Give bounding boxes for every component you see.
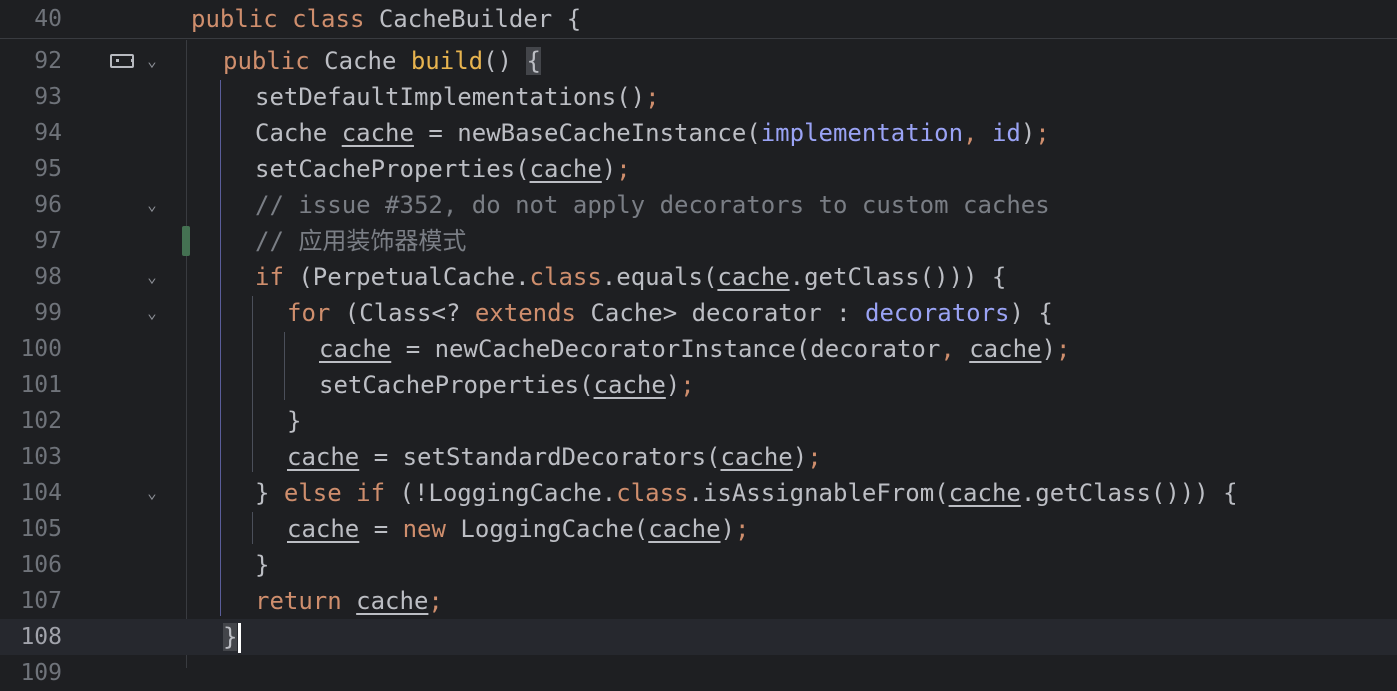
code-line-106[interactable]: 106 } — [0, 547, 1397, 583]
line-number: 108 — [20, 624, 62, 650]
code-line-95[interactable]: 95 setCacheProperties(cache); — [0, 151, 1397, 187]
code-text: cache = new LoggingCache(cache); — [287, 515, 750, 543]
line-number: 101 — [20, 372, 62, 398]
sticky-code: public class CacheBuilder { — [191, 5, 582, 33]
code-text: Cache cache = newBaseCacheInstance(imple… — [255, 119, 1050, 147]
code-line-105[interactable]: 105 cache = new LoggingCache(cache); — [0, 511, 1397, 547]
code-line-92[interactable]: 92 ⌄ public Cache build() { — [0, 43, 1397, 79]
code-text: } — [223, 619, 242, 655]
code-text: setCacheProperties(cache); — [255, 155, 631, 183]
line-number: 106 — [20, 552, 62, 578]
code-text: } — [287, 407, 302, 435]
code-line-96[interactable]: 96 ⌄ // issue #352, do not apply decorat… — [0, 187, 1397, 223]
line-number: 98 — [34, 264, 62, 290]
code-line-109[interactable]: 109 — [0, 655, 1397, 691]
code-text: } else if (!LoggingCache.class.isAssigna… — [255, 479, 1238, 507]
line-number: 103 — [20, 444, 62, 470]
code-text: for (Class<? extends Cache> decorator : … — [287, 299, 1053, 327]
vcs-change-marker[interactable] — [182, 226, 190, 256]
line-number: 104 — [20, 480, 62, 506]
code-line-98[interactable]: 98 ⌄ if (PerpetualCache.class.equals(cac… — [0, 259, 1397, 295]
line-number: 93 — [34, 84, 62, 110]
sticky-line-number: 40 — [34, 6, 62, 32]
line-number: 99 — [34, 300, 62, 326]
line-number: 97 — [34, 228, 62, 254]
line-number: 102 — [20, 408, 62, 434]
code-text: cache = setStandardDecorators(cache); — [287, 443, 822, 471]
code-text: public Cache build() { — [223, 47, 541, 75]
code-text: cache = newCacheDecoratorInstance(decora… — [319, 335, 1071, 363]
code-line-93[interactable]: 93 setDefaultImplementations(); — [0, 79, 1397, 115]
code-line-97[interactable]: 97 // 应用装饰器模式 — [0, 223, 1397, 259]
code-text: setCacheProperties(cache); — [319, 371, 695, 399]
fold-chevron-icon[interactable]: ⌄ — [142, 187, 162, 223]
sticky-scope-header[interactable]: 40 public class CacheBuilder { — [0, 0, 1397, 39]
fold-chevron-icon[interactable]: ⌄ — [142, 295, 162, 331]
code-line-103[interactable]: 103 cache = setStandardDecorators(cache)… — [0, 439, 1397, 475]
fold-chevron-icon[interactable]: ⌄ — [142, 43, 162, 79]
line-number: 92 — [34, 48, 62, 74]
code-line-104[interactable]: 104 ⌄ } else if (!LoggingCache.class.isA… — [0, 475, 1397, 511]
line-number: 96 — [34, 192, 62, 218]
code-comment: // issue #352, do not apply decorators t… — [255, 191, 1050, 219]
line-number: 100 — [20, 336, 62, 362]
fold-chevron-icon[interactable]: ⌄ — [142, 475, 162, 511]
code-line-101[interactable]: 101 setCacheProperties(cache); — [0, 367, 1397, 403]
line-number: 107 — [20, 588, 62, 614]
fold-chevron-icon[interactable]: ⌄ — [142, 259, 162, 295]
code-line-108-current[interactable]: 108 } — [0, 619, 1397, 655]
text-caret — [238, 623, 242, 653]
code-text: setDefaultImplementations(); — [255, 83, 660, 111]
line-number: 105 — [20, 516, 62, 542]
code-comment: // 应用装饰器模式 — [255, 227, 467, 255]
code-line-100[interactable]: 100 cache = newCacheDecoratorInstance(de… — [0, 331, 1397, 367]
line-number: 109 — [20, 660, 62, 686]
code-text: if (PerpetualCache.class.equals(cache.ge… — [255, 263, 1007, 291]
code-line-107[interactable]: 107 return cache; — [0, 583, 1397, 619]
code-text: } — [255, 551, 270, 579]
code-line-94[interactable]: 94 Cache cache = newBaseCacheInstance(im… — [0, 115, 1397, 151]
code-text: return cache; — [255, 587, 443, 615]
line-number: 95 — [34, 156, 62, 182]
code-line-102[interactable]: 102 } — [0, 403, 1397, 439]
code-editor[interactable]: 40 public class CacheBuilder { 92 ⌄ publ… — [0, 0, 1397, 686]
code-line-99[interactable]: 99 ⌄ for (Class<? extends Cache> decorat… — [0, 295, 1397, 331]
line-number: 94 — [34, 120, 62, 146]
